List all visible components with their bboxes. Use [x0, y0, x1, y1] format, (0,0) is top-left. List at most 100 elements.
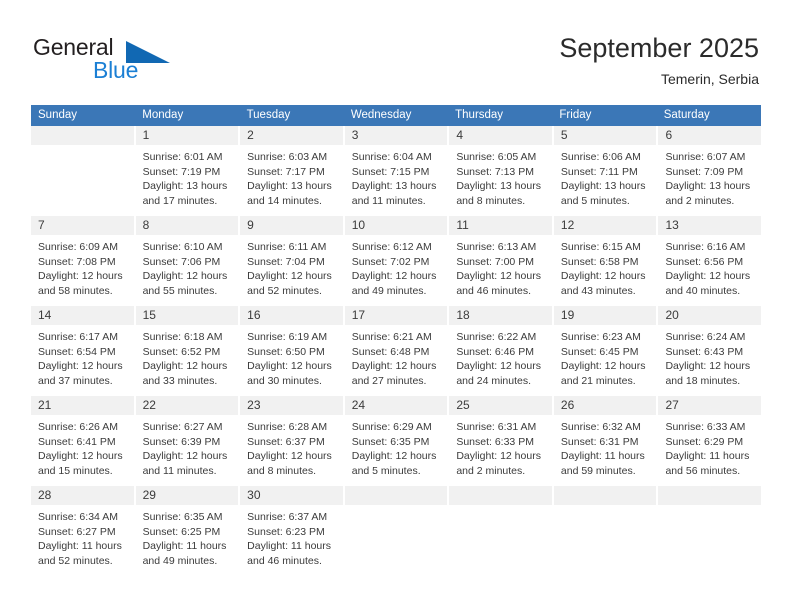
page-header: General Blue September 2025 Temerin, Ser…	[0, 0, 792, 104]
sunrise-text: Sunrise: 6:17 AM	[38, 331, 118, 343]
calendar-day-cell[interactable]: 9 Sunrise: 6:11 AM Sunset: 7:04 PM Daylight…	[240, 216, 345, 305]
sunset-text: Sunset: 6:54 PM	[38, 345, 116, 358]
day-number	[344, 486, 448, 505]
sunrise-text: Sunrise: 6:27 AM	[142, 421, 223, 433]
calendar-day-cell[interactable]: 28 Sunrise: 6:34 AM Sunset: 6:27 PM Dayligh…	[31, 486, 136, 575]
calendar-day-cell[interactable]: 8 Sunrise: 6:10 AM Sunset: 7:06 PM Daylight…	[135, 216, 241, 305]
day-details: Sunrise: 6:19 AM Sunset: 6:50 PM Daylight:…	[240, 325, 343, 388]
calendar-day-cell[interactable]: 30 Sunrise: 6:37 AM Sunset: 6:23 PM Dayligh…	[240, 486, 345, 575]
brand-logo[interactable]: General Blue	[33, 34, 213, 90]
sunset-text: Sunset: 6:43 PM	[665, 345, 744, 358]
day-details: Sunrise: 6:17 AM Sunset: 6:54 PM Daylight:…	[31, 325, 134, 388]
daylight-text-line1: Daylight: 12 hours	[665, 270, 751, 283]
daylight-text-line2: and 11 minutes.	[351, 194, 426, 207]
day-details: Sunrise: 6:05 AM Sunset: 7:13 PM Daylight:…	[449, 145, 552, 208]
sunrise-text: Sunrise: 6:07 AM	[665, 151, 746, 163]
day-details: Sunrise: 6:04 AM Sunset: 7:15 PM Daylight:…	[345, 145, 448, 208]
sunset-text: Sunset: 7:08 PM	[38, 255, 116, 268]
calendar-day-cell[interactable]: 21 Sunrise: 6:26 AM Sunset: 6:41 PM Dayligh…	[31, 396, 136, 485]
calendar-day-cell[interactable]: 12 Sunrise: 6:15 AM Sunset: 6:58 PM Dayligh…	[553, 216, 659, 305]
daylight-text-line2: and 5 minutes.	[560, 194, 630, 207]
calendar-day-cell[interactable]: 14 Sunrise: 6:17 AM Sunset: 6:54 PM Dayligh…	[31, 306, 136, 395]
sunset-text: Sunset: 6:23 PM	[247, 525, 325, 538]
day-number: 3	[344, 126, 448, 145]
sunset-text: Sunset: 7:04 PM	[247, 255, 325, 268]
daylight-text-line2: and 11 minutes.	[142, 464, 217, 477]
calendar-day-cell[interactable]: 15 Sunrise: 6:18 AM Sunset: 6:52 PM Dayligh…	[135, 306, 241, 395]
calendar-day-cell[interactable]: 19 Sunrise: 6:23 AM Sunset: 6:45 PM Dayligh…	[553, 306, 659, 395]
calendar-day-cell[interactable]: 26 Sunrise: 6:32 AM Sunset: 6:31 PM Dayligh…	[553, 396, 659, 485]
daylight-text-line2: and 8 minutes.	[247, 464, 317, 477]
sunrise-text: Sunrise: 6:23 AM	[560, 331, 641, 343]
day-number	[449, 486, 552, 505]
daylight-text-line2: and 27 minutes.	[351, 374, 427, 387]
calendar-day-cell[interactable]: 13 Sunrise: 6:16 AM Sunset: 6:56 PM Dayligh…	[658, 216, 762, 305]
sunset-text: Sunset: 7:02 PM	[351, 255, 430, 268]
day-details: Sunrise: 6:16 AM Sunset: 6:56 PM Daylight:…	[658, 235, 761, 298]
daylight-text-line2: and 46 minutes.	[247, 554, 322, 567]
calendar-day-cell[interactable]: 27 Sunrise: 6:33 AM Sunset: 6:29 PM Dayligh…	[658, 396, 762, 485]
weekday-tuesday: Tuesday	[246, 109, 291, 121]
day-details: Sunrise: 6:32 AM Sunset: 6:31 PM Daylight:…	[554, 415, 657, 478]
sunrise-text: Sunrise: 6:33 AM	[665, 421, 746, 433]
sunset-text: Sunset: 6:31 PM	[560, 435, 639, 448]
calendar-day-cell[interactable]: 24 Sunrise: 6:29 AM Sunset: 6:35 PM Dayligh…	[344, 396, 450, 485]
day-number: 23	[240, 396, 343, 415]
sunrise-text: Sunrise: 6:26 AM	[38, 421, 118, 433]
calendar-day-cell[interactable]: 16 Sunrise: 6:19 AM Sunset: 6:50 PM Dayligh…	[240, 306, 345, 395]
day-number: 14	[31, 306, 134, 325]
calendar-day-cell[interactable]: 18 Sunrise: 6:22 AM Sunset: 6:46 PM Dayligh…	[449, 306, 554, 395]
sunrise-text: Sunrise: 6:03 AM	[247, 151, 328, 163]
calendar-day-cell[interactable]: 25 Sunrise: 6:31 AM Sunset: 6:33 PM Dayligh…	[449, 396, 554, 485]
calendar-day-cell[interactable]: 1 Sunrise: 6:01 AM Sunset: 7:19 PM Daylight…	[135, 126, 241, 215]
sunrise-text: Sunrise: 6:31 AM	[456, 421, 537, 433]
day-number: 11	[449, 216, 552, 235]
calendar-day-cell[interactable]: 29 Sunrise: 6:35 AM Sunset: 6:25 PM Dayligh…	[135, 486, 241, 575]
daylight-text-line1: Daylight: 12 hours	[456, 360, 541, 373]
daylight-text-line1: Daylight: 12 hours	[247, 360, 332, 373]
day-number: 16	[240, 306, 343, 325]
sunrise-text: Sunrise: 6:15 AM	[560, 241, 641, 253]
daylight-text-line1: Daylight: 12 hours	[351, 270, 437, 283]
daylight-text-line1: Daylight: 12 hours	[142, 450, 228, 463]
calendar-day-cell[interactable]: 3 Sunrise: 6:04 AM Sunset: 7:15 PM Daylight…	[344, 126, 450, 215]
day-details: Sunrise: 6:31 AM Sunset: 6:33 PM Daylight:…	[449, 415, 552, 478]
daylight-text-line2: and 33 minutes.	[142, 374, 218, 387]
page-subtitle: Temerin, Serbia	[660, 71, 759, 87]
sunset-text: Sunset: 6:27 PM	[38, 525, 116, 538]
calendar-day-cell[interactable]: 5 Sunrise: 6:06 AM Sunset: 7:11 PM Daylight…	[553, 126, 659, 215]
sunrise-text: Sunrise: 6:22 AM	[456, 331, 537, 343]
day-number: 25	[449, 396, 552, 415]
sunset-text: Sunset: 6:35 PM	[351, 435, 430, 448]
calendar-day-cell[interactable]: 10 Sunrise: 6:12 AM Sunset: 7:02 PM Dayligh…	[344, 216, 450, 305]
sunrise-text: Sunrise: 6:32 AM	[560, 421, 641, 433]
day-details: Sunrise: 6:33 AM Sunset: 6:29 PM Daylight:…	[658, 415, 761, 478]
daylight-text-line2: and 15 minutes.	[38, 464, 113, 477]
day-details: Sunrise: 6:11 AM Sunset: 7:04 PM Daylight:…	[240, 235, 343, 298]
daylight-text-line2: and 24 minutes.	[456, 374, 532, 387]
calendar-day-cell[interactable]: 20 Sunrise: 6:24 AM Sunset: 6:43 PM Dayligh…	[658, 306, 762, 395]
sunrise-text: Sunrise: 6:35 AM	[142, 511, 223, 523]
daylight-text-line1: Daylight: 12 hours	[142, 360, 228, 373]
sunset-text: Sunset: 6:56 PM	[665, 255, 744, 268]
calendar-day-cell[interactable]: 6 Sunrise: 6:07 AM Sunset: 7:09 PM Daylight…	[658, 126, 762, 215]
calendar-day-cell[interactable]: 7 Sunrise: 6:09 AM Sunset: 7:08 PM Daylight…	[31, 216, 136, 305]
day-details: Sunrise: 6:13 AM Sunset: 7:00 PM Daylight:…	[449, 235, 552, 298]
calendar-day-cell[interactable]: 2 Sunrise: 6:03 AM Sunset: 7:17 PM Daylight…	[240, 126, 345, 215]
calendar-day-cell[interactable]: 23 Sunrise: 6:28 AM Sunset: 6:37 PM Dayligh…	[240, 396, 345, 485]
weekday-monday: Monday	[142, 109, 184, 121]
day-number: 17	[344, 306, 448, 325]
sunrise-text: Sunrise: 6:24 AM	[665, 331, 746, 343]
calendar-day-cell[interactable]: 17 Sunrise: 6:21 AM Sunset: 6:48 PM Dayligh…	[344, 306, 450, 395]
day-details: Sunrise: 6:07 AM Sunset: 7:09 PM Daylight:…	[658, 145, 761, 208]
calendar-day-cell[interactable]: 22 Sunrise: 6:27 AM Sunset: 6:39 PM Dayligh…	[135, 396, 241, 485]
day-number: 21	[31, 396, 134, 415]
daylight-text-line1: Daylight: 11 hours	[142, 540, 227, 553]
calendar-day-cell-empty	[658, 486, 762, 575]
day-details: Sunrise: 6:24 AM Sunset: 6:43 PM Daylight:…	[658, 325, 761, 388]
day-number: 28	[31, 486, 134, 505]
calendar-day-cell[interactable]: 4 Sunrise: 6:05 AM Sunset: 7:13 PM Daylight…	[449, 126, 554, 215]
day-number: 4	[449, 126, 552, 145]
sunrise-text: Sunrise: 6:21 AM	[351, 331, 432, 343]
calendar-day-cell[interactable]: 11 Sunrise: 6:13 AM Sunset: 7:00 PM Dayligh…	[449, 216, 554, 305]
